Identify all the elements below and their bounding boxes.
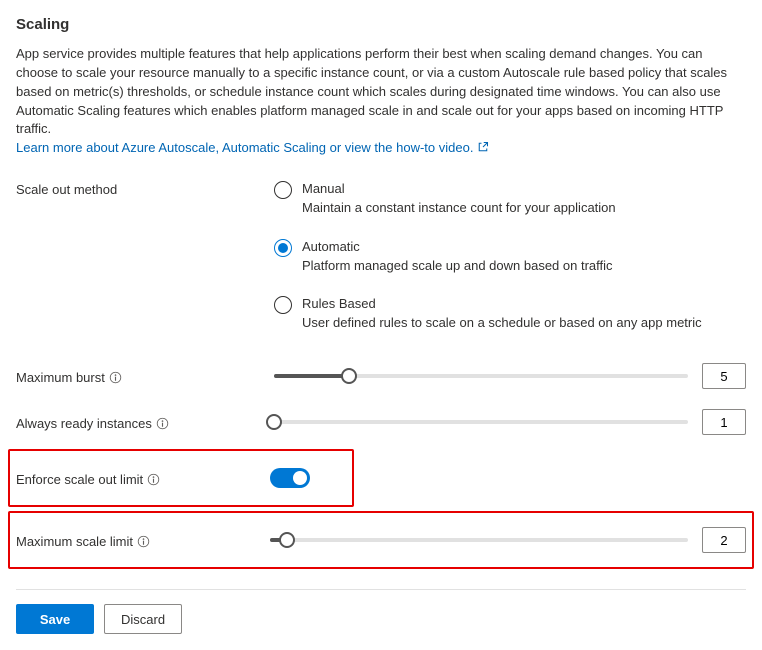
radio-option-automatic[interactable]: Automatic Platform managed scale up and …: [274, 238, 746, 276]
info-icon[interactable]: [137, 535, 150, 548]
radio-rules-title: Rules Based: [302, 295, 702, 314]
radio-manual-title: Manual: [302, 180, 616, 199]
slider-thumb[interactable]: [266, 414, 282, 430]
info-icon[interactable]: [147, 473, 160, 486]
radio-rules-desc: User defined rules to scale on a schedul…: [302, 314, 702, 333]
scale-method-label: Scale out method: [16, 182, 117, 197]
learn-more-text: Learn more about Azure Autoscale, Automa…: [16, 140, 473, 155]
always-ready-label: Always ready instances: [16, 416, 152, 431]
discard-button[interactable]: Discard: [104, 604, 182, 634]
max-scale-input[interactable]: [702, 527, 746, 553]
max-burst-slider[interactable]: [274, 366, 688, 386]
radio-manual[interactable]: [274, 181, 292, 199]
info-icon[interactable]: [109, 371, 122, 384]
slider-thumb[interactable]: [279, 532, 295, 548]
save-button[interactable]: Save: [16, 604, 94, 634]
page-title: Scaling: [16, 16, 746, 33]
always-ready-input[interactable]: [702, 409, 746, 435]
radio-option-rules[interactable]: Rules Based User defined rules to scale …: [274, 295, 746, 333]
radio-automatic[interactable]: [274, 239, 292, 257]
always-ready-slider[interactable]: [274, 412, 688, 432]
max-scale-label: Maximum scale limit: [16, 534, 133, 549]
max-scale-highlight: Maximum scale limit: [8, 511, 754, 569]
max-scale-slider[interactable]: [270, 530, 688, 550]
always-ready-row: Always ready instances: [16, 399, 746, 445]
intro-paragraph: App service provides multiple features t…: [16, 45, 746, 158]
radio-automatic-title: Automatic: [302, 238, 613, 257]
external-link-icon: [477, 141, 489, 153]
info-icon[interactable]: [156, 417, 169, 430]
slider-thumb[interactable]: [341, 368, 357, 384]
enforce-limit-label: Enforce scale out limit: [16, 472, 143, 487]
intro-text: App service provides multiple features t…: [16, 46, 727, 136]
max-burst-label: Maximum burst: [16, 370, 105, 385]
radio-manual-desc: Maintain a constant instance count for y…: [302, 199, 616, 218]
max-burst-input[interactable]: [702, 363, 746, 389]
footer: Save Discard: [16, 589, 746, 634]
radio-option-manual[interactable]: Manual Maintain a constant instance coun…: [274, 180, 746, 218]
radio-automatic-desc: Platform managed scale up and down based…: [302, 257, 613, 276]
enforce-limit-highlight: Enforce scale out limit: [8, 449, 354, 507]
learn-more-link[interactable]: Learn more about Azure Autoscale, Automa…: [16, 140, 489, 155]
radio-rules[interactable]: [274, 296, 292, 314]
enforce-limit-toggle[interactable]: [270, 468, 310, 488]
scale-method-row: Scale out method Manual Maintain a const…: [16, 174, 746, 339]
max-burst-row: Maximum burst: [16, 353, 746, 399]
